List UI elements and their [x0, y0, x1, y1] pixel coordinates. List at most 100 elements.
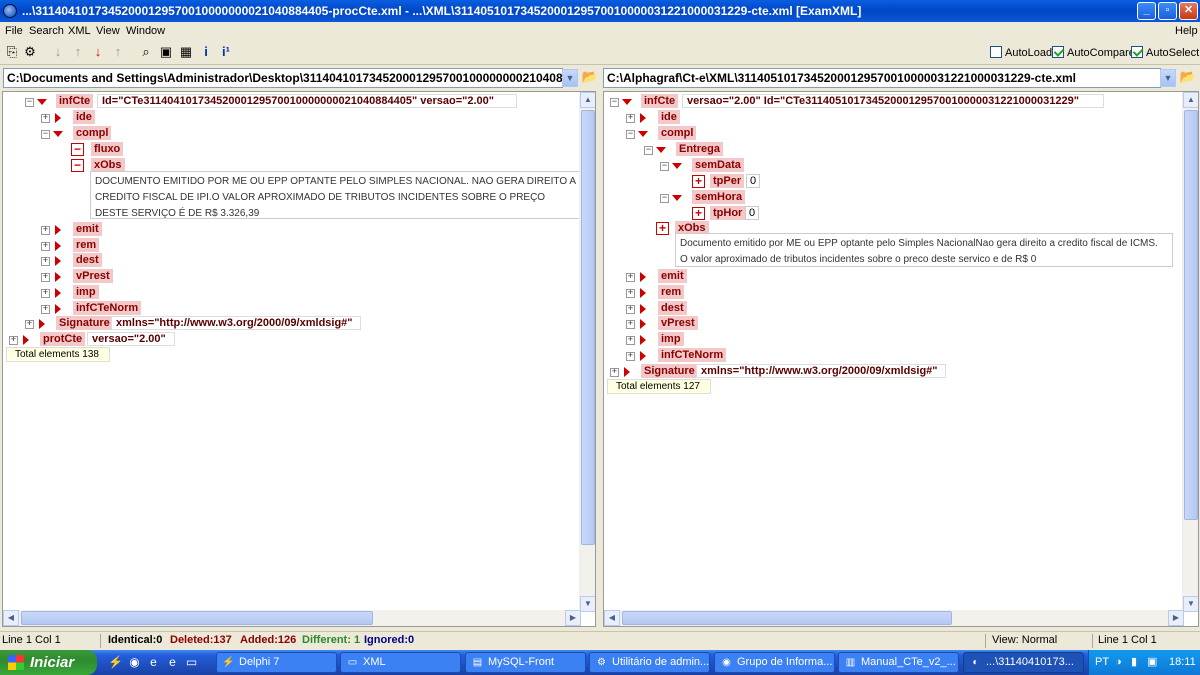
diff-marker-icon [55, 241, 61, 251]
task-delphi[interactable]: ⚡ Delphi 7 [216, 652, 337, 673]
task-xml-folder[interactable]: ▭ XML [340, 652, 461, 673]
left-tree-pane[interactable]: − infCte Id="CTe31140410173452000129570010… [2, 91, 596, 627]
scroll-down-icon[interactable]: ▼ [1183, 596, 1198, 612]
autocompare-checkbox[interactable]: AutoCompare [1052, 46, 1135, 59]
minimize-button[interactable]: _ [1137, 2, 1156, 20]
find-binoculars-icon[interactable]: ⌕ [138, 44, 154, 60]
scroll-right-icon[interactable]: ▶ [1168, 610, 1184, 626]
expand-icon[interactable]: + [626, 273, 635, 282]
collapse-icon[interactable]: − [25, 98, 34, 107]
expand-icon[interactable]: + [610, 368, 619, 377]
scroll-up-icon[interactable]: ▲ [580, 92, 595, 108]
scroll-left-icon[interactable]: ◀ [604, 610, 620, 626]
right-path-dropdown-icon[interactable]: ▼ [1160, 69, 1176, 87]
delphi-quicklaunch-icon[interactable]: ⚡ [108, 655, 123, 670]
menu-help[interactable]: Help [1175, 22, 1198, 41]
info-next-icon[interactable]: i¹ [218, 44, 234, 60]
save-disk-icon[interactable]: ▣ [158, 44, 174, 60]
right-vertical-scrollbar[interactable]: ▲ ▼ [1182, 92, 1198, 612]
right-open-folder-icon[interactable]: 📂 [1179, 68, 1197, 86]
scroll-right-icon[interactable]: ▶ [565, 610, 581, 626]
ie-quicklaunch-icon[interactable]: e [146, 655, 161, 670]
grid-icon[interactable]: ▦ [178, 44, 194, 60]
menu-search[interactable]: Search [29, 22, 64, 41]
autoload-checkbox[interactable]: AutoLoad [990, 46, 1052, 59]
right-tree-pane[interactable]: − infCte versao="2.00" Id="CTe311405101734… [603, 91, 1199, 627]
scroll-down-icon[interactable]: ▼ [580, 596, 595, 612]
collapse-icon[interactable]: − [626, 130, 635, 139]
expand-icon[interactable]: + [626, 289, 635, 298]
info-icon[interactable]: i [198, 44, 214, 60]
menu-view[interactable]: View [96, 22, 120, 41]
folder-icon: ▭ [347, 657, 358, 668]
scroll-thumb[interactable] [1184, 110, 1198, 520]
expand-icon[interactable]: + [25, 320, 34, 329]
scroll-up-icon[interactable]: ▲ [1183, 92, 1198, 108]
attr-label: versao="2.00" Id="CTe3114051017345200012… [682, 94, 1104, 108]
expand-icon[interactable]: + [626, 305, 635, 314]
task-examxml[interactable]: ◐ ...\31140410173... [963, 652, 1084, 673]
menu-window[interactable]: Window [126, 22, 165, 41]
autocompare-box[interactable] [1052, 46, 1064, 58]
ie-alt-quicklaunch-icon[interactable]: e [165, 655, 180, 670]
next-change-icon[interactable]: ↓ [90, 44, 106, 60]
expand-icon[interactable]: + [41, 289, 50, 298]
scroll-thumb[interactable] [21, 611, 373, 625]
collapse-icon[interactable]: − [644, 146, 653, 155]
tray-app-icon[interactable]: ▮ [1131, 650, 1137, 675]
task-manual-pdf[interactable]: ▥ Manual_CTe_v2_... [838, 652, 959, 673]
left-vertical-scrollbar[interactable]: ▲ ▼ [579, 92, 595, 612]
task-admin-utility[interactable]: ⚙ Utilitário de admin... [589, 652, 710, 673]
prev-change-icon[interactable]: ↑ [110, 44, 126, 60]
expand-icon[interactable]: + [626, 320, 635, 329]
system-tray: PT ◑ ▮ ▣ 18:11 [1088, 650, 1200, 675]
left-path-dropdown-icon[interactable]: ▼ [562, 69, 578, 87]
expand-icon[interactable]: + [626, 114, 635, 123]
collapse-icon[interactable]: − [660, 162, 669, 171]
restore-button[interactable]: ▫ [1158, 2, 1177, 20]
diff-marker-icon [656, 147, 666, 153]
expand-icon[interactable]: + [41, 114, 50, 123]
next-diff-icon[interactable]: ↓ [50, 44, 66, 60]
collapse-icon[interactable]: − [660, 194, 669, 203]
menu-xml[interactable]: XML [68, 22, 91, 41]
autoselect-checkbox[interactable]: AutoSelect [1131, 46, 1199, 59]
chrome-quicklaunch-icon[interactable]: ◉ [127, 655, 142, 670]
expand-icon[interactable]: + [41, 226, 50, 235]
collapse-icon[interactable]: − [610, 98, 619, 107]
tag-label: imp [658, 332, 684, 346]
expand-icon[interactable]: + [626, 352, 635, 361]
left-open-folder-icon[interactable]: 📂 [581, 68, 599, 86]
compare-icon[interactable]: ⚙ [22, 44, 38, 60]
autoselect-box[interactable] [1131, 46, 1143, 58]
tray-volume-icon[interactable]: ▣ [1147, 650, 1157, 675]
left-horizontal-scrollbar[interactable]: ◀ ▶ [3, 610, 581, 626]
expand-icon[interactable]: + [41, 305, 50, 314]
open-files-icon[interactable]: ⎘ [4, 44, 20, 60]
start-button[interactable]: Iniciar [0, 650, 97, 675]
task-chrome-group[interactable]: ◉ Grupo de Informa... [714, 652, 835, 673]
close-button[interactable]: ✕ [1179, 2, 1198, 20]
left-path-combo[interactable]: C:\Documents and Settings\Administrador\… [3, 68, 563, 88]
collapse-icon[interactable]: − [41, 130, 50, 139]
xobs-text-value: Documento emitido por ME ou EPP optante … [675, 233, 1173, 267]
expand-icon[interactable]: + [9, 336, 18, 345]
right-path-combo[interactable]: C:\Alphagraf\Ct-e\XML\311405101734520001… [603, 68, 1161, 88]
scroll-thumb[interactable] [581, 110, 595, 545]
language-indicator[interactable]: PT [1095, 650, 1109, 675]
expand-icon[interactable]: + [41, 257, 50, 266]
folder-quicklaunch-icon[interactable]: ▭ [184, 655, 199, 670]
tray-network-icon[interactable]: ◑ [1115, 650, 1122, 675]
expand-icon[interactable]: + [41, 242, 50, 251]
expand-icon[interactable]: + [626, 336, 635, 345]
autoload-box[interactable] [990, 46, 1002, 58]
prev-diff-icon[interactable]: ↑ [70, 44, 86, 60]
task-mysql-front[interactable]: ▤ MySQL-Front [465, 652, 586, 673]
expand-icon[interactable]: + [41, 273, 50, 282]
scroll-left-icon[interactable]: ◀ [3, 610, 19, 626]
scroll-thumb[interactable] [622, 611, 952, 625]
menu-file[interactable]: File [5, 22, 23, 41]
diff-marker-icon [640, 288, 646, 298]
deleted-count: Deleted:137 [170, 634, 232, 646]
right-horizontal-scrollbar[interactable]: ◀ ▶ [604, 610, 1184, 626]
